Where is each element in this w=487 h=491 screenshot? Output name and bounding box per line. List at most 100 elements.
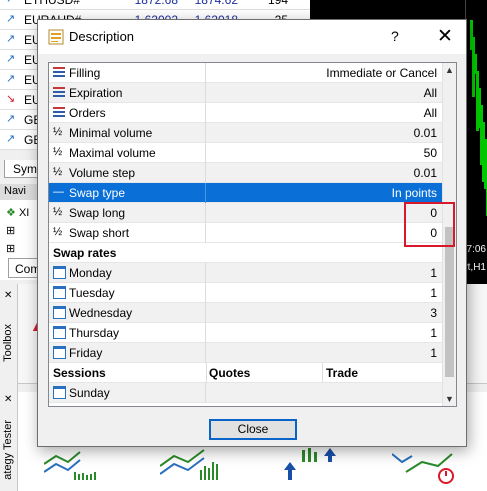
property-value: 0.01 bbox=[413, 126, 437, 140]
list-icon bbox=[53, 67, 65, 79]
property-name: Swap type bbox=[69, 186, 126, 200]
swap-rate-row[interactable]: Tuesday 1 bbox=[49, 283, 443, 303]
fraction-icon: ½ bbox=[53, 146, 63, 158]
description-dialog: Description ? ✕ Filling Immediate or Canc… bbox=[37, 19, 467, 447]
highlight-box bbox=[404, 202, 455, 247]
property-row[interactable]: Orders All bbox=[49, 103, 443, 123]
property-name: Friday bbox=[69, 346, 103, 360]
property-name-cell: Thursday bbox=[49, 323, 206, 343]
property-name-cell: Filling bbox=[49, 63, 206, 83]
property-row[interactable]: ½ Swap long 0 bbox=[49, 203, 443, 223]
property-name-cell: ½ Swap short bbox=[49, 223, 206, 243]
property-row[interactable]: ½ Minimal volume 0.01 bbox=[49, 123, 443, 143]
close-icon[interactable]: ✕ bbox=[437, 25, 453, 48]
property-row[interactable]: Expiration All bbox=[49, 83, 443, 103]
calendar-icon bbox=[53, 346, 66, 359]
market-watch-row[interactable]: ↗ ETHUSD# 1872.68 1874.62 194 bbox=[0, 0, 310, 10]
arrow-up-icon: ↗ bbox=[6, 73, 16, 85]
list-icon bbox=[53, 87, 65, 99]
bid-value: 1872.68 bbox=[134, 0, 178, 7]
scroll-down-icon[interactable]: ▼ bbox=[445, 394, 454, 404]
navigator-item-label: XI bbox=[18, 207, 30, 219]
swap-rate-row[interactable]: Thursday 1 bbox=[49, 323, 443, 343]
property-value: 3 bbox=[430, 306, 437, 320]
property-value: 1 bbox=[430, 346, 437, 360]
section-header-swap-rates: Swap rates bbox=[49, 243, 443, 263]
strategy-icon[interactable] bbox=[280, 444, 360, 484]
close-icon[interactable]: ✕ bbox=[4, 394, 12, 405]
property-value: All bbox=[423, 86, 437, 100]
property-row[interactable]: Filling Immediate or Cancel bbox=[49, 63, 443, 83]
fraction-icon: ½ bbox=[53, 166, 63, 178]
strategy-icon[interactable] bbox=[392, 444, 472, 484]
property-name: Sunday bbox=[69, 386, 110, 400]
strategy-icon[interactable] bbox=[160, 444, 240, 484]
chart-label: 7:06 bbox=[466, 244, 486, 255]
property-name-cell: Sunday bbox=[49, 383, 206, 403]
property-value: 1 bbox=[430, 266, 437, 280]
property-name: Volume step bbox=[69, 166, 136, 180]
arrow-up-icon: ↗ bbox=[6, 113, 16, 125]
strategy-icon[interactable] bbox=[44, 444, 124, 484]
fraction-icon: ½ bbox=[53, 206, 63, 218]
property-name: Wednesday bbox=[69, 306, 133, 320]
scrollbar-thumb[interactable] bbox=[445, 227, 454, 377]
calendar-icon bbox=[53, 306, 66, 319]
property-name: Orders bbox=[69, 106, 106, 120]
close-icon[interactable]: ✕ bbox=[4, 290, 12, 301]
arrow-up-icon: ↗ bbox=[6, 53, 16, 65]
property-name-cell: ½ Volume step bbox=[49, 163, 206, 183]
swap-rate-row[interactable]: Monday 1 bbox=[49, 263, 443, 283]
arrow-up-icon: ↗ bbox=[6, 33, 16, 45]
property-row[interactable]: ½ Volume step 0.01 bbox=[49, 163, 443, 183]
property-name-cell: Friday bbox=[49, 343, 206, 363]
dialog-titlebar[interactable]: Description ? ✕ bbox=[38, 20, 466, 54]
side-panel-strip: ✕ Toolbox ✕ ategy Tester bbox=[0, 284, 18, 491]
property-row[interactable]: — Swap type In points bbox=[49, 183, 443, 203]
property-name: Expiration bbox=[69, 86, 123, 100]
session-row[interactable]: Sunday bbox=[49, 383, 443, 403]
fraction-icon: ½ bbox=[53, 226, 63, 238]
column-divider bbox=[322, 363, 323, 383]
property-name-cell: ½ Minimal volume bbox=[49, 123, 206, 143]
property-name: Swap long bbox=[69, 206, 126, 220]
property-name-cell: ½ Swap long bbox=[49, 203, 206, 223]
section-header-sessions: Sessions Quotes Trade bbox=[49, 363, 443, 383]
calendar-icon bbox=[53, 386, 66, 399]
property-name-cell: — Swap type bbox=[49, 183, 206, 203]
arrow-up-icon: ↗ bbox=[6, 133, 16, 145]
property-name: Swap short bbox=[69, 226, 130, 240]
close-button[interactable]: Close bbox=[209, 419, 297, 440]
list-icon bbox=[53, 107, 65, 119]
account-icon: ❖ bbox=[6, 207, 16, 219]
property-name: Monday bbox=[69, 266, 112, 280]
swap-type-icon: — bbox=[53, 186, 64, 198]
property-name-cell: Swap rates bbox=[49, 243, 206, 263]
fraction-icon: ½ bbox=[53, 126, 63, 138]
arrow-up-icon: ↗ bbox=[6, 0, 15, 5]
navigator-item[interactable]: ❖ XI bbox=[6, 206, 29, 219]
help-button[interactable]: ? bbox=[391, 28, 399, 44]
property-name: Minimal volume bbox=[69, 126, 153, 140]
property-row[interactable]: ½ Swap short 0 bbox=[49, 223, 443, 243]
tree-expand-icon[interactable]: ⊞ bbox=[6, 242, 15, 255]
property-value: 1 bbox=[430, 326, 437, 340]
property-name-cell: Wednesday bbox=[49, 303, 206, 323]
column-divider bbox=[206, 363, 207, 383]
sessions-column-header: Quotes bbox=[209, 366, 251, 380]
scroll-up-icon[interactable]: ▲ bbox=[445, 65, 454, 75]
property-name: Tuesday bbox=[69, 286, 115, 300]
property-value: Immediate or Cancel bbox=[326, 66, 437, 80]
navigator-title: Navi bbox=[4, 185, 27, 197]
swap-rate-row[interactable]: Friday 1 bbox=[49, 343, 443, 363]
strategy-tester-label[interactable]: ategy Tester bbox=[2, 420, 14, 480]
property-row[interactable]: ½ Maximal volume 50 bbox=[49, 143, 443, 163]
tree-expand-icon[interactable]: ⊞ bbox=[6, 224, 15, 237]
document-icon bbox=[48, 29, 64, 45]
property-name: Filling bbox=[69, 66, 101, 80]
properties-grid: Filling Immediate or Cancel Expiration All O… bbox=[48, 62, 457, 407]
property-value: 0.01 bbox=[413, 166, 437, 180]
toolbox-label[interactable]: Toolbox bbox=[2, 324, 14, 362]
property-name: Thursday bbox=[69, 326, 120, 340]
swap-rate-row[interactable]: Wednesday 3 bbox=[49, 303, 443, 323]
